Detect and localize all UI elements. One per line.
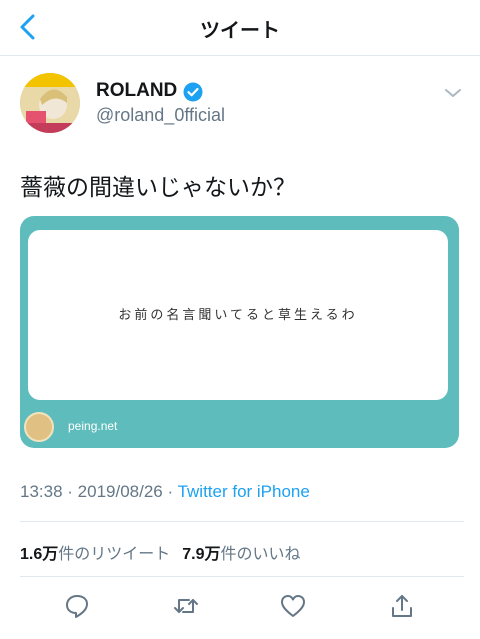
avatar-image: [20, 73, 80, 133]
author-name[interactable]: ROLAND: [96, 80, 177, 102]
card-message-box: お前の名言聞いてると草生えるわ: [28, 230, 448, 400]
reply-icon[interactable]: [63, 592, 91, 620]
source-app-link[interactable]: Twitter for iPhone: [178, 482, 310, 501]
meta-separator: ·: [62, 482, 78, 501]
tweet-date: 2019/08/26: [77, 482, 163, 501]
meta-separator-2: ·: [162, 482, 178, 501]
like-icon[interactable]: [279, 592, 307, 620]
retweets-stat[interactable]: 1.6万件のリツイート: [20, 544, 170, 563]
tweet-text: 薔薇の間違いじゃないか？: [20, 175, 296, 201]
tweet-time: 13:38: [20, 482, 63, 501]
divider: [20, 576, 464, 577]
likes-count: 7.9万: [182, 546, 221, 563]
page-title: ツイート: [200, 18, 280, 42]
author-handle[interactable]: @roland_0fficial: [96, 105, 225, 126]
navbar: ツイート: [0, 0, 480, 56]
retweets-label: 件のリツイート: [58, 544, 171, 563]
divider: [20, 521, 464, 522]
likes-stat[interactable]: 7.9万件のいいね: [182, 544, 300, 563]
avatar[interactable]: [20, 73, 80, 133]
likes-label: 件のいいね: [220, 544, 301, 563]
link-card[interactable]: お前の名言聞いてると草生えるわ peing.net: [20, 216, 459, 448]
share-icon[interactable]: [388, 592, 416, 620]
card-domain: peing.net: [68, 419, 118, 433]
engagement-stats: 1.6万件のリツイート 7.9万件のいいね: [20, 540, 301, 564]
retweet-icon[interactable]: [172, 592, 200, 620]
retweets-count: 1.6万: [20, 546, 59, 563]
verified-badge-icon: [183, 82, 203, 102]
tweet-meta: 13:38 · 2019/08/26 · Twitter for iPhone: [20, 482, 310, 502]
chevron-down-icon[interactable]: [443, 86, 463, 100]
card-message: お前の名言聞いてると草生えるわ: [118, 308, 358, 323]
card-avatar: [24, 412, 54, 442]
